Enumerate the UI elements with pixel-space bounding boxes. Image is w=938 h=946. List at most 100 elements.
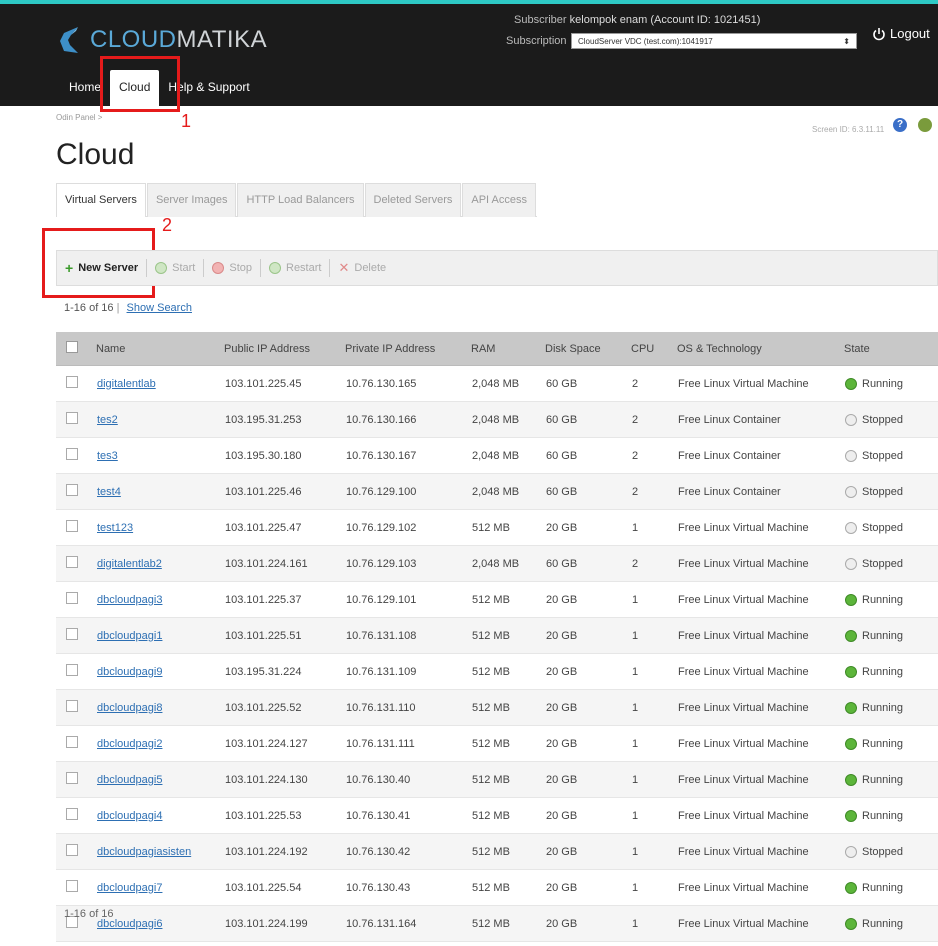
table-row[interactable]: digitalentlab2 103.101.224.161 10.76.129.1…	[56, 545, 938, 582]
row-checkbox[interactable]	[66, 628, 78, 640]
start-icon	[155, 262, 168, 274]
table-row[interactable]: test4 103.101.225.46 10.76.129.100 2,048 MB…	[56, 473, 938, 510]
state-label: Stopped	[862, 449, 903, 462]
server-name-link[interactable]: dbcloudpagi7	[97, 882, 162, 894]
server-name-link[interactable]: tes3	[97, 450, 118, 462]
tab-virtual-servers[interactable]: Virtual Servers	[56, 183, 146, 217]
delete-button[interactable]: ✕ Delete	[330, 258, 394, 278]
table-row[interactable]: dbcloudpagi3 103.101.225.37 10.76.129.101 5…	[56, 581, 938, 618]
disk-cell: 20 GB	[545, 617, 631, 654]
cpu-cell: 2	[631, 401, 677, 438]
server-name-link[interactable]: test123	[97, 522, 133, 534]
server-name-link[interactable]: digitalentlab2	[97, 558, 162, 570]
subscriber-label: Subscriber	[514, 14, 567, 26]
col-cpu[interactable]: CPU	[631, 332, 677, 366]
breadcrumb[interactable]: Odin Panel >	[56, 113, 102, 122]
table-row[interactable]: dbcloudpagi8 103.101.225.52 10.76.131.110 5…	[56, 689, 938, 726]
row-checkbox[interactable]	[66, 592, 78, 604]
stopped-status-icon	[845, 413, 857, 426]
table-row[interactable]: dbcloudpagiasisten 103.101.224.192 10.76.1…	[56, 833, 938, 870]
state-label: Stopped	[862, 557, 903, 570]
state-label: Stopped	[862, 413, 903, 426]
stop-button[interactable]: Stop	[204, 258, 260, 278]
tab-http-load-balancers[interactable]: HTTP Load Balancers	[237, 183, 364, 217]
tab-api-access[interactable]: API Access	[462, 183, 537, 217]
table-row[interactable]: dbcloudpagi4 103.101.225.53 10.76.130.41 51…	[56, 797, 938, 834]
state-cell: Running	[845, 737, 937, 750]
server-name-link[interactable]: test4	[97, 486, 121, 498]
tab-server-images[interactable]: Server Images	[146, 183, 237, 217]
show-search-link[interactable]: Show Search	[127, 302, 192, 314]
state-cell: Stopped	[845, 413, 937, 426]
server-name-link[interactable]: dbcloudpagi9	[97, 666, 162, 678]
cpu-cell: 2	[631, 365, 677, 402]
subscriber-value: kelompok enam (Account ID: 1021451)	[569, 14, 761, 26]
server-name-link[interactable]: dbcloudpagi4	[97, 810, 162, 822]
table-row[interactable]: dbcloudpagi6 103.101.224.199 10.76.131.164…	[56, 905, 938, 942]
row-checkbox[interactable]	[66, 772, 78, 784]
server-name-link[interactable]: digitalentlab	[97, 378, 156, 390]
row-checkbox[interactable]	[66, 844, 78, 856]
table-row[interactable]: dbcloudpagi5 103.101.224.130 10.76.130.40 5…	[56, 761, 938, 798]
restart-button[interactable]: Restart	[261, 258, 329, 278]
table-row[interactable]: dbcloudpagi7 103.101.225.54 10.76.130.43 51…	[56, 869, 938, 906]
server-name-link[interactable]: dbcloudpagi3	[97, 594, 162, 606]
state-cell: Stopped	[845, 557, 937, 570]
row-checkbox[interactable]	[66, 736, 78, 748]
server-name-link[interactable]: dbcloudpagi1	[97, 630, 162, 642]
os-cell: Free Linux Virtual Machine	[677, 761, 844, 798]
help-icon[interactable]: ?	[893, 118, 907, 132]
server-name-link[interactable]: tes2	[97, 414, 118, 426]
table-row[interactable]: tes2 103.195.31.253 10.76.130.166 2,048 MB 6…	[56, 401, 938, 438]
state-label: Stopped	[862, 521, 903, 534]
state-label: Running	[862, 737, 903, 750]
ram-cell: 512 MB	[471, 797, 545, 834]
row-checkbox[interactable]	[66, 664, 78, 676]
row-checkbox[interactable]	[66, 556, 78, 568]
start-button[interactable]: Start	[147, 258, 203, 278]
subscription-select[interactable]: CloudServer VDC (test.com):1041917 ⬍	[571, 33, 857, 49]
table-row[interactable]: dbcloudpagi9 103.195.31.224 10.76.131.109 5…	[56, 653, 938, 690]
running-status-icon	[845, 665, 857, 678]
row-checkbox[interactable]	[66, 376, 78, 388]
table-row[interactable]: test123 103.101.225.47 10.76.129.102 512 MB…	[56, 509, 938, 546]
row-checkbox[interactable]	[66, 520, 78, 532]
cloudmatika-logo[interactable]: CLOUDMATIKA	[56, 20, 267, 60]
tab-deleted-servers[interactable]: Deleted Servers	[364, 183, 462, 217]
table-row[interactable]: dbcloudpagi2 103.101.224.127 10.76.131.111…	[56, 725, 938, 762]
server-name-link[interactable]: dbcloudpagi5	[97, 774, 162, 786]
col-name[interactable]: Name	[96, 332, 224, 366]
col-private-ip[interactable]: Private IP Address	[345, 332, 471, 366]
col-disk-space[interactable]: Disk Space	[545, 332, 631, 366]
table-row[interactable]: dbcloudpagi1 103.101.225.51 10.76.131.108 5…	[56, 617, 938, 654]
table-row[interactable]: tes3 103.195.30.180 10.76.130.167 2,048 MB 6…	[56, 437, 938, 474]
server-name-link[interactable]: dbcloudpagi8	[97, 702, 162, 714]
server-name-link[interactable]: dbcloudpagiasisten	[97, 846, 191, 858]
row-checkbox[interactable]	[66, 700, 78, 712]
col-state[interactable]: State	[844, 332, 938, 366]
col-public-ip[interactable]: Public IP Address	[224, 332, 345, 366]
table-row[interactable]: digitalentlab 103.101.225.45 10.76.130.165…	[56, 365, 938, 402]
col-ram[interactable]: RAM	[471, 332, 545, 366]
server-name-link[interactable]: dbcloudpagi2	[97, 738, 162, 750]
logout-button[interactable]: Logout	[872, 26, 930, 41]
ram-cell: 512 MB	[471, 581, 545, 618]
stop-icon	[212, 262, 225, 274]
row-checkbox[interactable]	[66, 880, 78, 892]
row-checkbox[interactable]	[66, 484, 78, 496]
settings-leaf-icon[interactable]	[918, 118, 932, 132]
col-os-technology[interactable]: OS & Technology	[677, 332, 844, 366]
row-checkbox[interactable]	[66, 412, 78, 424]
ram-cell: 2,048 MB	[471, 437, 545, 474]
row-checkbox[interactable]	[66, 808, 78, 820]
stopped-status-icon	[845, 557, 857, 570]
cpu-cell: 1	[631, 653, 677, 690]
ram-cell: 512 MB	[471, 653, 545, 690]
cpu-cell: 1	[631, 905, 677, 942]
row-checkbox[interactable]	[66, 448, 78, 460]
logout-label: Logout	[890, 26, 930, 41]
new-server-button[interactable]: + New Server	[57, 258, 146, 278]
running-status-icon	[845, 809, 857, 822]
public-ip-cell: 103.101.225.54	[224, 869, 345, 906]
select-all-checkbox[interactable]	[66, 341, 78, 353]
